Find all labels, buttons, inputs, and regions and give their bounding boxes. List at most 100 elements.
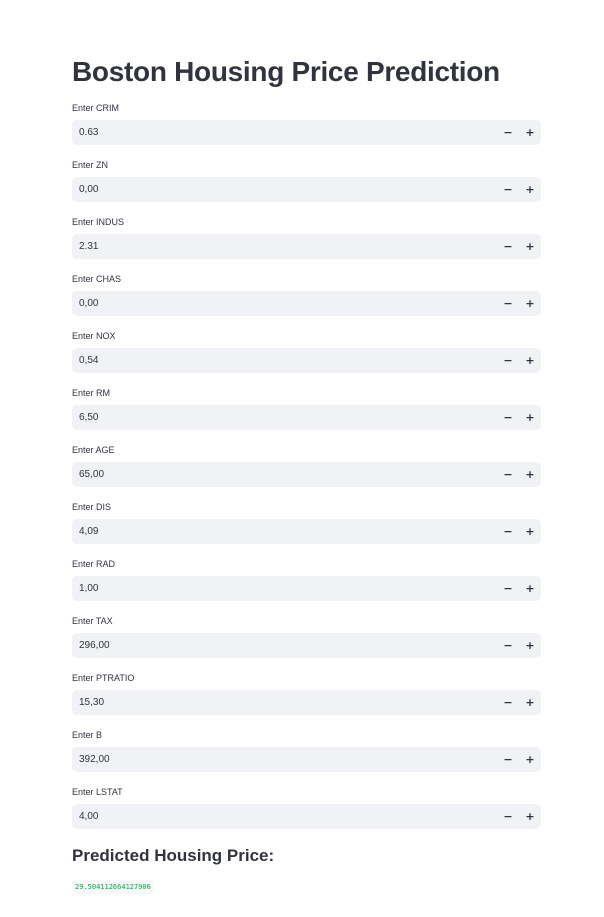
minus-icon: − — [503, 582, 513, 595]
number-input-box: − + — [72, 234, 541, 259]
decrement-button[interactable]: − — [497, 519, 519, 544]
increment-button[interactable]: + — [519, 120, 541, 145]
field-label: Enter RM — [72, 388, 111, 398]
plus-icon: + — [525, 753, 535, 766]
number-input-box: − + — [72, 747, 541, 772]
increment-button[interactable]: + — [519, 348, 541, 373]
plus-icon: + — [525, 582, 535, 595]
rad-input[interactable] — [72, 576, 472, 601]
plus-icon: + — [525, 525, 535, 538]
result-value: 29.504112664127906 — [72, 880, 154, 894]
field-label: Enter B — [72, 730, 103, 740]
increment-button[interactable]: + — [519, 462, 541, 487]
decrement-button[interactable]: − — [497, 234, 519, 259]
page-title: Boston Housing Price Prediction — [72, 56, 500, 87]
rm-input[interactable] — [72, 405, 472, 430]
plus-icon: + — [525, 240, 535, 253]
number-input-box: − + — [72, 633, 541, 658]
decrement-button[interactable]: − — [497, 177, 519, 202]
number-input-box: − + — [72, 177, 541, 202]
decrement-button[interactable]: − — [497, 690, 519, 715]
increment-button[interactable]: + — [519, 519, 541, 544]
minus-icon: − — [503, 810, 513, 823]
field-rad: Enter RAD − + — [72, 556, 541, 613]
plus-icon: + — [525, 810, 535, 823]
indus-input[interactable] — [72, 234, 472, 259]
age-input[interactable] — [72, 462, 472, 487]
plus-icon: + — [525, 468, 535, 481]
number-input-box: − + — [72, 576, 541, 601]
plus-icon: + — [525, 183, 535, 196]
field-tax: Enter TAX − + — [72, 613, 541, 670]
field-crim: Enter CRIM − + — [72, 100, 541, 157]
plus-icon: + — [525, 696, 535, 709]
field-label: Enter CRIM — [72, 103, 120, 113]
increment-button[interactable]: + — [519, 747, 541, 772]
b-input[interactable] — [72, 747, 472, 772]
decrement-button[interactable]: − — [497, 576, 519, 601]
field-b: Enter B − + — [72, 727, 541, 784]
field-label: Enter NOX — [72, 331, 116, 341]
minus-icon: − — [503, 183, 513, 196]
field-label: Enter DIS — [72, 502, 112, 512]
increment-button[interactable]: + — [519, 234, 541, 259]
field-label: Enter RAD — [72, 559, 116, 569]
decrement-button[interactable]: − — [497, 633, 519, 658]
decrement-button[interactable]: − — [497, 348, 519, 373]
field-label: Enter TAX — [72, 616, 113, 626]
minus-icon: − — [503, 525, 513, 538]
increment-button[interactable]: + — [519, 177, 541, 202]
minus-icon: − — [503, 354, 513, 367]
plus-icon: + — [525, 411, 535, 424]
crim-input[interactable] — [72, 120, 472, 145]
increment-button[interactable]: + — [519, 804, 541, 829]
field-rm: Enter RM − + — [72, 385, 541, 442]
plus-icon: + — [525, 126, 535, 139]
field-label: Enter INDUS — [72, 217, 125, 227]
field-label: Enter AGE — [72, 445, 115, 455]
decrement-button[interactable]: − — [497, 804, 519, 829]
minus-icon: − — [503, 411, 513, 424]
minus-icon: − — [503, 468, 513, 481]
increment-button[interactable]: + — [519, 405, 541, 430]
field-chas: Enter CHAS − + — [72, 271, 541, 328]
field-indus: Enter INDUS − + — [72, 214, 541, 271]
decrement-button[interactable]: − — [497, 747, 519, 772]
chas-input[interactable] — [72, 291, 472, 316]
number-input-box: − + — [72, 348, 541, 373]
number-input-box: − + — [72, 462, 541, 487]
decrement-button[interactable]: − — [497, 405, 519, 430]
number-input-box: − + — [72, 690, 541, 715]
zn-input[interactable] — [72, 177, 472, 202]
plus-icon: + — [525, 639, 535, 652]
field-label: Enter CHAS — [72, 274, 122, 284]
result-title: Predicted Housing Price: — [72, 846, 275, 865]
decrement-button[interactable]: − — [497, 120, 519, 145]
minus-icon: − — [503, 639, 513, 652]
decrement-button[interactable]: − — [497, 291, 519, 316]
field-nox: Enter NOX − + — [72, 328, 541, 385]
field-lstat: Enter LSTAT − + — [72, 784, 541, 841]
number-input-box: − + — [72, 120, 541, 145]
tax-input[interactable] — [72, 633, 472, 658]
nox-input[interactable] — [72, 348, 472, 373]
field-zn: Enter ZN − + — [72, 157, 541, 214]
minus-icon: − — [503, 126, 513, 139]
plus-icon: + — [525, 354, 535, 367]
minus-icon: − — [503, 753, 513, 766]
increment-button[interactable]: + — [519, 576, 541, 601]
lstat-input[interactable] — [72, 804, 472, 829]
input-form: Enter CRIM − + Enter ZN − + Enter INDUS … — [72, 100, 541, 841]
minus-icon: − — [503, 297, 513, 310]
number-input-box: − + — [72, 405, 541, 430]
increment-button[interactable]: + — [519, 633, 541, 658]
ptratio-input[interactable] — [72, 690, 472, 715]
dis-input[interactable] — [72, 519, 472, 544]
increment-button[interactable]: + — [519, 291, 541, 316]
number-input-box: − + — [72, 291, 541, 316]
decrement-button[interactable]: − — [497, 462, 519, 487]
increment-button[interactable]: + — [519, 690, 541, 715]
field-dis: Enter DIS − + — [72, 499, 541, 556]
minus-icon: − — [503, 240, 513, 253]
field-label: Enter PTRATIO — [72, 673, 135, 683]
